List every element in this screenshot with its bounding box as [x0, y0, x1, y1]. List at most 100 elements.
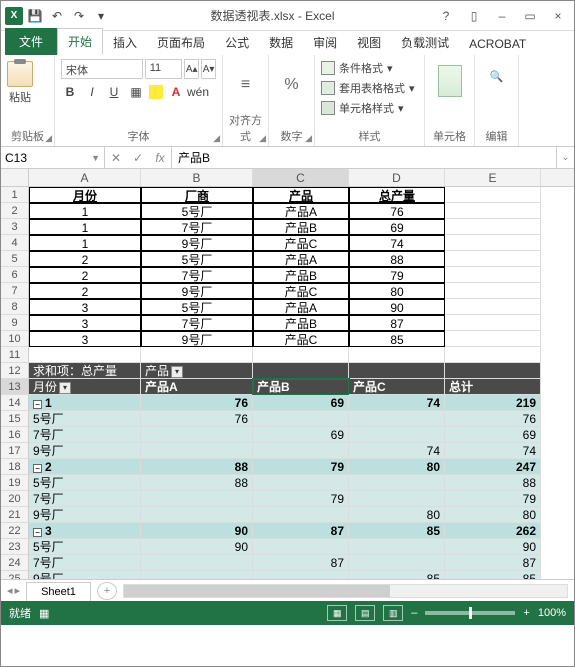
cell[interactable]: 产品C: [253, 235, 349, 251]
col-header-D[interactable]: D: [349, 169, 445, 186]
row-header[interactable]: 17: [1, 443, 29, 459]
cell[interactable]: 产品: [253, 187, 349, 203]
font-dialog-icon[interactable]: ◢: [213, 133, 220, 144]
cell[interactable]: 2: [29, 267, 141, 283]
cell[interactable]: 85: [349, 571, 445, 579]
row-header[interactable]: 13: [1, 379, 29, 395]
cell[interactable]: [253, 347, 349, 363]
cell[interactable]: 80: [445, 507, 541, 523]
cells-button[interactable]: [438, 65, 462, 97]
cell[interactable]: [349, 475, 445, 491]
cell[interactable]: [349, 363, 445, 379]
cell[interactable]: 79: [253, 459, 349, 475]
align-dialog-icon[interactable]: ◢: [259, 133, 266, 144]
tab-review[interactable]: 审阅: [303, 30, 347, 55]
cell[interactable]: [253, 571, 349, 579]
redo-button[interactable]: ↷: [69, 6, 89, 26]
paste-button[interactable]: 粘贴: [7, 61, 33, 105]
table-format-button[interactable]: 套用表格格式 ▾: [321, 79, 418, 97]
cell[interactable]: 月份▾: [29, 379, 141, 395]
row-header[interactable]: 24: [1, 555, 29, 571]
tab-home[interactable]: 开始: [57, 28, 103, 55]
page-layout-view-button[interactable]: ▤: [355, 605, 375, 621]
scrollbar-thumb[interactable]: [124, 585, 390, 597]
font-name-select[interactable]: 宋体: [61, 59, 143, 79]
fx-button[interactable]: fx: [149, 151, 171, 165]
row-header[interactable]: 14: [1, 395, 29, 411]
cell[interactable]: 产品C: [253, 331, 349, 347]
tab-insert[interactable]: 插入: [103, 30, 147, 55]
tab-file[interactable]: 文件: [5, 28, 57, 55]
name-box[interactable]: C13 ▼: [1, 147, 105, 168]
tab-loadtest[interactable]: 负载测试: [391, 30, 459, 55]
cell[interactable]: [445, 219, 541, 235]
cell[interactable]: 9号厂: [29, 443, 141, 459]
cell[interactable]: [445, 203, 541, 219]
enter-formula-button[interactable]: ✓: [127, 151, 149, 165]
cell[interactable]: 3: [29, 315, 141, 331]
cell[interactable]: 90: [141, 523, 253, 539]
cell[interactable]: 7号厂: [29, 555, 141, 571]
row-header[interactable]: 3: [1, 219, 29, 235]
cell[interactable]: [253, 539, 349, 555]
cell[interactable]: 5号厂: [141, 299, 253, 315]
cell[interactable]: 7号厂: [29, 491, 141, 507]
conditional-format-button[interactable]: 条件格式 ▾: [321, 59, 418, 77]
cell[interactable]: 7号厂: [141, 315, 253, 331]
cell[interactable]: 5号厂: [141, 203, 253, 219]
worksheet-grid[interactable]: A B C D E 1月份厂商产品总产量215号厂产品A76317号厂产品B69…: [1, 169, 574, 579]
cell[interactable]: [445, 251, 541, 267]
cell[interactable]: [141, 507, 253, 523]
cell[interactable]: [253, 363, 349, 379]
row-header[interactable]: 15: [1, 411, 29, 427]
cell[interactable]: 产品C: [253, 283, 349, 299]
cell[interactable]: 74: [445, 443, 541, 459]
italic-button[interactable]: I: [83, 83, 101, 101]
cell[interactable]: 产品A: [253, 251, 349, 267]
cell[interactable]: 7号厂: [141, 219, 253, 235]
zoom-thumb[interactable]: [469, 607, 472, 619]
cell[interactable]: 87: [445, 555, 541, 571]
cell[interactable]: 5号厂: [29, 539, 141, 555]
cell[interactable]: [253, 411, 349, 427]
cell[interactable]: 总计: [445, 379, 541, 395]
cell[interactable]: 求和项：总产量: [29, 363, 141, 379]
cell[interactable]: 90: [445, 539, 541, 555]
row-header[interactable]: 23: [1, 539, 29, 555]
cell[interactable]: 262: [445, 523, 541, 539]
cell[interactable]: 3: [29, 331, 141, 347]
cell[interactable]: 90: [349, 299, 445, 315]
cancel-formula-button[interactable]: ✕: [105, 151, 127, 165]
cell[interactable]: [445, 363, 541, 379]
sheet-nav[interactable]: ◂▸: [1, 584, 26, 597]
cell[interactable]: 76: [349, 203, 445, 219]
cell[interactable]: 76: [141, 395, 253, 411]
col-header-B[interactable]: B: [141, 169, 253, 186]
undo-button[interactable]: ↶: [47, 6, 67, 26]
cell[interactable]: 88: [141, 475, 253, 491]
cell[interactable]: 74: [349, 235, 445, 251]
border-button[interactable]: ▦: [127, 83, 145, 101]
cell[interactable]: 2: [29, 251, 141, 267]
formula-input[interactable]: 产品B: [172, 147, 556, 168]
row-header[interactable]: 5: [1, 251, 29, 267]
align-button[interactable]: ≡: [231, 63, 261, 107]
row-header[interactable]: 2: [1, 203, 29, 219]
tab-formulas[interactable]: 公式: [215, 30, 259, 55]
minimize-button[interactable]: –: [490, 5, 514, 27]
qat-dropdown[interactable]: ▾: [91, 6, 111, 26]
phonetic-button[interactable]: wén: [189, 83, 207, 101]
cell[interactable]: 1: [29, 203, 141, 219]
tab-acrobat[interactable]: ACROBAT: [459, 33, 536, 55]
cell[interactable]: 69: [445, 427, 541, 443]
row-header[interactable]: 22: [1, 523, 29, 539]
cell[interactable]: 9号厂: [141, 331, 253, 347]
row-header[interactable]: 25: [1, 571, 29, 579]
select-all-corner[interactable]: [1, 169, 29, 186]
cell[interactable]: [445, 187, 541, 203]
number-button[interactable]: %: [277, 63, 307, 107]
cell[interactable]: 5号厂: [29, 475, 141, 491]
cell[interactable]: 74: [349, 395, 445, 411]
normal-view-button[interactable]: ▦: [327, 605, 347, 621]
name-box-dropdown-icon[interactable]: ▼: [91, 153, 100, 163]
